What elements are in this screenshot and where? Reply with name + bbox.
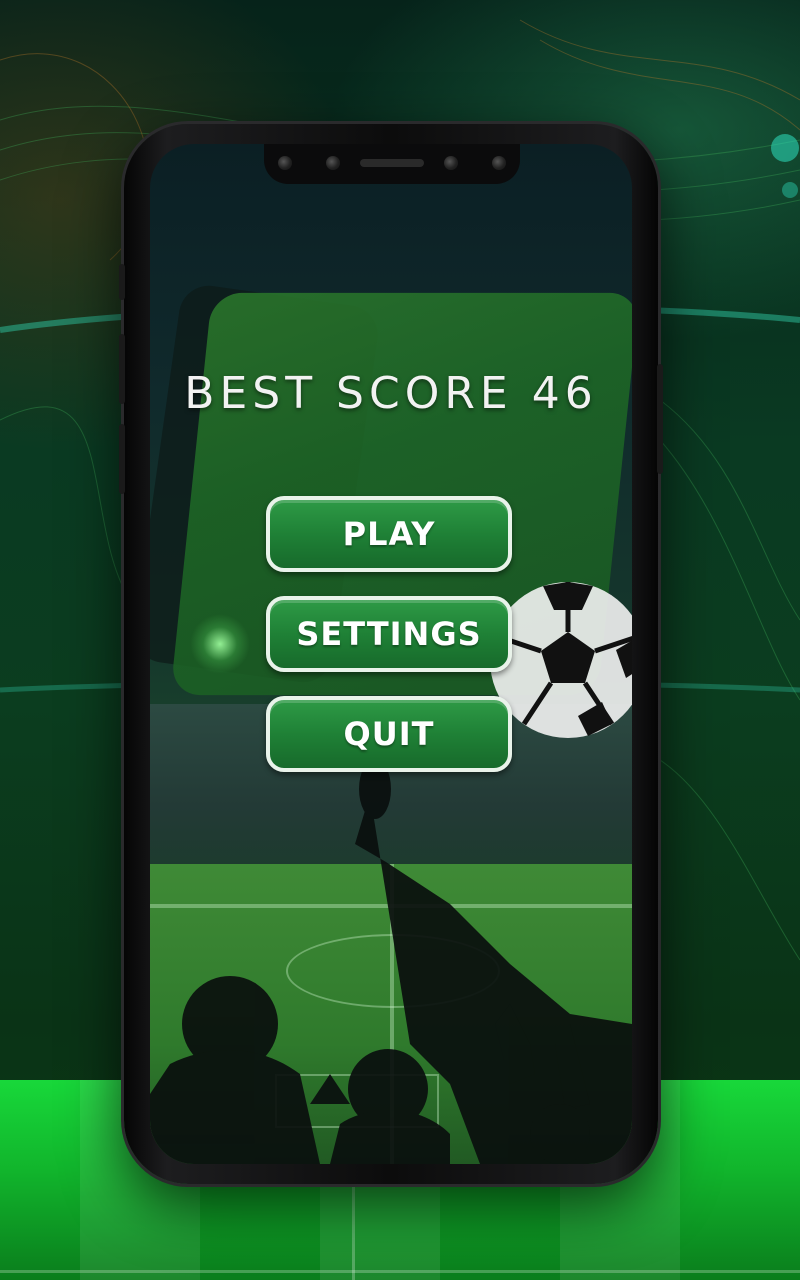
phone-screen: BEST SCORE 46 PLAY SETTINGS QUIT (150, 144, 632, 1164)
play-button[interactable]: PLAY (266, 496, 512, 572)
settings-button[interactable]: SETTINGS (266, 596, 512, 672)
front-camera-icon (278, 156, 292, 170)
front-camera-icon (326, 156, 340, 170)
game-background: BEST SCORE 46 PLAY SETTINGS QUIT (0, 0, 800, 1280)
speaker-icon (360, 159, 424, 167)
best-score-label: BEST SCORE 46 (184, 368, 598, 419)
front-camera-icon (444, 156, 458, 170)
quit-button[interactable]: QUIT (266, 696, 512, 772)
phone-notch (264, 144, 520, 184)
front-camera-icon (492, 156, 506, 170)
phone-frame: BEST SCORE 46 PLAY SETTINGS QUIT (119, 124, 663, 1184)
